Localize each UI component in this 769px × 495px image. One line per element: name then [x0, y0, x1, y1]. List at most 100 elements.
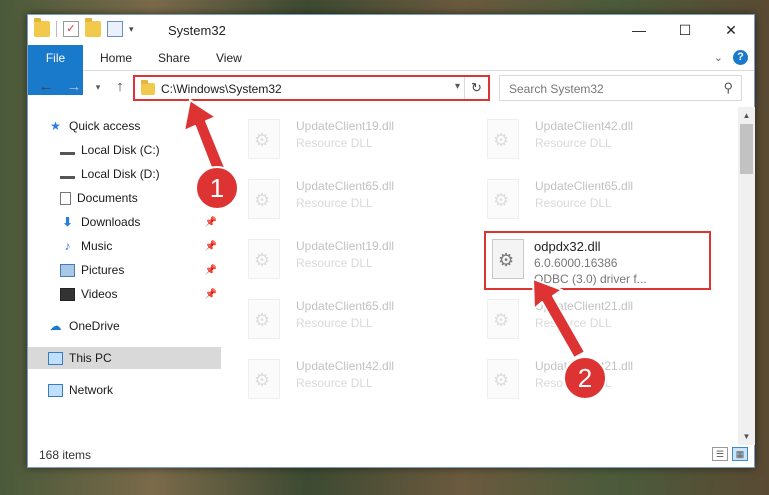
scroll-up-icon[interactable]: ▲ [738, 107, 755, 124]
expand-ribbon-icon[interactable]: ⌄ [714, 51, 723, 64]
scroll-thumb[interactable] [740, 124, 753, 174]
file-name: UpdateClient19.dll [296, 119, 395, 133]
dll-file-icon [248, 239, 280, 279]
tab-view[interactable]: View [202, 45, 256, 71]
sidebar-item-network[interactable]: Network [28, 379, 221, 401]
drive-icon [60, 170, 75, 179]
file-description: Resource DLL [535, 196, 612, 210]
dll-file-icon [248, 359, 280, 399]
file-item[interactable]: UpdateClient65.dll Resource DLL [467, 171, 697, 221]
dll-file-icon [492, 239, 524, 279]
file-name: UpdateClient65.dll [296, 299, 395, 313]
sidebar-item-local-disk-c[interactable]: Local Disk (C:) 📌 [28, 139, 221, 161]
properties-check-icon[interactable]: ✓ [63, 21, 79, 37]
file-item[interactable]: UpdateClient65.dll Resource DLL [228, 291, 458, 341]
file-description: Resource DLL [535, 316, 612, 330]
close-button[interactable]: ✕ [708, 15, 754, 45]
sidebar-item-label: Pictures [81, 263, 125, 277]
pin-icon[interactable]: 📌 [205, 241, 217, 252]
forward-arrow-icon[interactable]: → [64, 78, 84, 95]
file-list: UpdateClient19.dll Resource DLL UpdateCl… [228, 107, 736, 445]
recent-locations-icon[interactable]: ▾ [88, 82, 108, 93]
search-icon[interactable]: ⚲ [723, 80, 733, 96]
music-icon: ♪ [64, 238, 71, 253]
address-path[interactable]: C:\Windows\System32 [161, 82, 282, 96]
search-box[interactable]: Search System32 ⚲ [499, 75, 742, 101]
sidebar-item-documents[interactable]: Documents 📌 [28, 187, 221, 209]
sidebar-item-label: Music [81, 239, 113, 253]
file-description: ODBC (3.0) driver f... [534, 272, 647, 286]
step-badge-2: 2 [563, 356, 607, 400]
window-title: System32 [168, 23, 226, 38]
computer-icon [48, 351, 63, 365]
sidebar-item-onedrive[interactable]: ☁ OneDrive [28, 315, 221, 337]
tab-share[interactable]: Share [144, 45, 204, 71]
customize-toolbar-icon[interactable] [107, 21, 123, 37]
file-item[interactable]: UpdateClient42.dll Resource DLL [467, 111, 697, 161]
status-bar: 168 items ☰ ▦ [28, 443, 754, 467]
ribbon-tabs: File Home Share View ⌄ ? [28, 45, 754, 95]
pin-icon[interactable]: 📌 [205, 217, 217, 228]
file-description: Resource DLL [296, 196, 373, 210]
file-item[interactable]: UpdateClient65.dll Resource DLL [228, 171, 458, 221]
item-count: 168 items [39, 448, 92, 462]
large-icons-view-icon[interactable]: ▦ [732, 447, 748, 461]
highlighted-file-item[interactable]: odpdx32.dll 6.0.6000.16386 ODBC (3.0) dr… [484, 231, 711, 290]
file-item[interactable]: UpdateClient19.dll Resource DLL [228, 111, 458, 161]
pin-icon[interactable]: 📌 [205, 265, 217, 276]
file-description: Resource DLL [296, 136, 373, 150]
sidebar-item-label: Quick access [69, 119, 141, 133]
vertical-scrollbar[interactable]: ▲ ▼ [738, 107, 755, 445]
address-bar[interactable]: C:\Windows\System32 ▾ ↻ [133, 75, 490, 101]
sidebar-item-quick-access[interactable]: ★ Quick access [28, 115, 221, 137]
sidebar-item-label: Downloads [81, 215, 141, 229]
toolbar-dropdown-icon[interactable]: ▾ [129, 24, 134, 35]
dll-file-icon [248, 299, 280, 339]
file-item[interactable]: UpdateClient19.dll Resource DLL [228, 231, 458, 281]
pin-icon[interactable]: 📌 [205, 289, 217, 300]
dll-file-icon [487, 179, 519, 219]
network-icon [48, 383, 63, 397]
details-view-icon[interactable]: ☰ [712, 447, 728, 461]
file-name: UpdateClient65.dll [296, 179, 395, 193]
minimize-button[interactable]: — [616, 15, 662, 45]
toolbar-separator [56, 21, 57, 37]
step-badge-1: 1 [195, 166, 239, 210]
search-input[interactable]: Search System32 [509, 82, 604, 96]
file-version: 6.0.6000.16386 [534, 256, 618, 270]
up-arrow-icon[interactable]: ↑ [110, 78, 130, 95]
sidebar-item-downloads[interactable]: ⬇ Downloads 📌 [28, 211, 221, 233]
file-name: UpdateClient42.dll [296, 359, 395, 373]
sidebar-item-music[interactable]: ♪ Music 📌 [28, 235, 221, 257]
sidebar-item-this-pc[interactable]: This PC [28, 347, 221, 369]
sidebar-item-local-disk-d[interactable]: Local Disk (D:) [28, 163, 221, 185]
refresh-icon[interactable]: ↻ [464, 77, 488, 99]
dll-file-icon [487, 299, 519, 339]
address-dropdown-icon[interactable]: ▾ [455, 81, 460, 92]
drive-icon [60, 146, 75, 155]
new-folder-icon[interactable] [85, 18, 101, 37]
maximize-button[interactable]: ☐ [662, 15, 708, 45]
file-name: odpdx32.dll [534, 239, 601, 254]
file-name: UpdateClient65.dll [535, 179, 634, 193]
cloud-icon: ☁ [49, 318, 62, 333]
file-item[interactable]: UpdateClient42.dll Resource DLL [228, 351, 458, 401]
file-name: UpdateClient19.dll [296, 239, 395, 253]
pin-icon[interactable]: 📌 [205, 145, 217, 156]
file-name: UpdateClient21.dll [535, 299, 634, 313]
sidebar-item-label: Network [69, 383, 114, 397]
sidebar-item-pictures[interactable]: Pictures 📌 [28, 259, 221, 281]
back-arrow-icon[interactable]: ← [36, 78, 56, 95]
file-item[interactable]: UpdateClient21.dll Resource DLL [467, 291, 697, 341]
tab-home[interactable]: Home [86, 45, 146, 71]
dll-file-icon [248, 179, 280, 219]
help-icon[interactable]: ? [733, 50, 748, 65]
folder-icon[interactable] [34, 18, 50, 37]
dll-file-icon [487, 359, 519, 399]
file-description: Resource DLL [296, 376, 373, 390]
sidebar-item-label: Local Disk (C:) [81, 143, 160, 157]
folder-icon [141, 80, 155, 95]
sidebar-item-videos[interactable]: Videos 📌 [28, 283, 221, 305]
title-bar: ✓ ▾ System32 — ☐ ✕ [28, 15, 754, 45]
sidebar-item-label: This PC [69, 351, 112, 365]
